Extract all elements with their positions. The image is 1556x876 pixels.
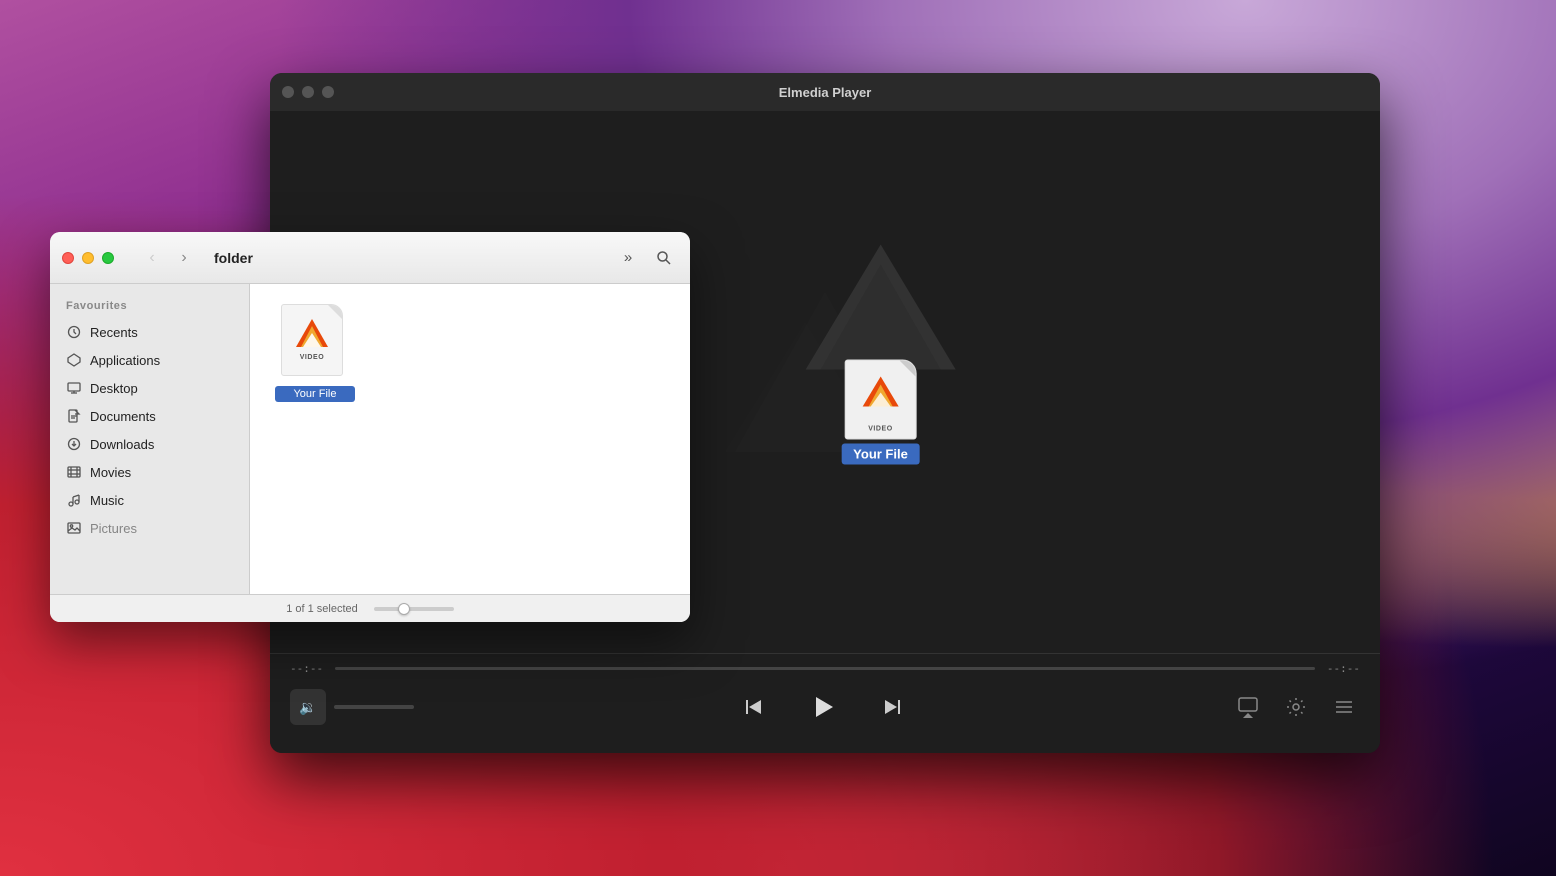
sidebar-label-downloads: Downloads <box>90 437 154 452</box>
file-icon: VIDEO <box>281 304 349 382</box>
airplay-button[interactable] <box>1232 691 1264 723</box>
player-title: Elmedia Player <box>779 85 872 100</box>
next-button[interactable] <box>873 687 913 727</box>
drag-visual: VIDEO Your File <box>841 300 920 465</box>
settings-button[interactable] <box>1280 691 1312 723</box>
sidebar-item-music[interactable]: Music <box>50 486 249 514</box>
file-fold <box>328 305 342 319</box>
sidebar-item-pictures[interactable]: Pictures <box>50 514 249 542</box>
movies-icon <box>66 464 82 480</box>
finder-toolbar-right: » <box>614 244 678 272</box>
sidebar-item-applications[interactable]: Applications <box>50 346 249 374</box>
sidebar-item-desktop[interactable]: Desktop <box>50 374 249 402</box>
file-paper: VIDEO <box>281 304 343 376</box>
sidebar-item-recents[interactable]: Recents <box>50 318 249 346</box>
file-name-badge: Your File <box>275 386 355 402</box>
finder-back-button[interactable]: ‹ <box>138 244 166 272</box>
progress-track[interactable] <box>335 667 1315 670</box>
sidebar-label-music: Music <box>90 493 124 508</box>
current-time: --:-- <box>290 662 323 675</box>
finder-titlebar: ‹ › folder » <box>50 232 690 284</box>
sidebar-label-documents: Documents <box>90 409 156 424</box>
finder-statusbar: 1 of 1 selected <box>50 594 690 622</box>
volume-button[interactable]: 🔉 <box>290 689 326 725</box>
view-options-button[interactable]: » <box>614 244 642 272</box>
player-traffic-lights <box>282 86 334 98</box>
finder-maximize-button[interactable] <box>102 252 114 264</box>
sidebar-item-movies[interactable]: Movies <box>50 458 249 486</box>
player-controls: --:-- --:-- 🔉 <box>270 653 1380 753</box>
finder-window: ‹ › folder » Favourites <box>50 232 690 622</box>
documents-icon <box>66 408 82 424</box>
finder-main: VIDEO Your File <box>250 284 690 594</box>
sidebar-label-applications: Applications <box>90 353 160 368</box>
finder-forward-button[interactable]: › <box>170 244 198 272</box>
desktop-icon <box>66 380 82 396</box>
main-controls <box>434 687 1212 727</box>
player-file-name: Your File <box>841 444 920 465</box>
status-text: 1 of 1 selected <box>286 603 358 615</box>
prev-button[interactable] <box>733 687 773 727</box>
finder-sidebar: Favourites Recents Applications <box>50 284 250 594</box>
controls-row: 🔉 <box>290 687 1360 727</box>
finder-close-button[interactable] <box>62 252 74 264</box>
file-item[interactable]: VIDEO Your File <box>270 304 360 402</box>
recents-icon <box>66 324 82 340</box>
player-titlebar: Elmedia Player <box>270 73 1380 111</box>
file-logo <box>294 317 330 354</box>
playlist-button[interactable] <box>1328 691 1360 723</box>
applications-icon <box>66 352 82 368</box>
sidebar-item-downloads[interactable]: Downloads <box>50 430 249 458</box>
volume-icon: 🔉 <box>299 699 316 716</box>
sidebar-item-documents[interactable]: Documents <box>50 402 249 430</box>
volume-slider[interactable] <box>334 705 414 709</box>
sidebar-section-favourites: Favourites <box>50 296 249 318</box>
player-maximize-button[interactable] <box>322 86 334 98</box>
file-type-label: VIDEO <box>300 354 325 361</box>
sidebar-label-recents: Recents <box>90 325 138 340</box>
finder-path-title: folder <box>214 250 253 266</box>
sidebar-label-pictures: Pictures <box>90 521 137 536</box>
finder-body: Favourites Recents Applications <box>50 284 690 594</box>
finder-traffic-lights <box>62 252 114 264</box>
finder-search-button[interactable] <box>650 244 678 272</box>
play-button[interactable] <box>803 687 843 727</box>
sidebar-label-movies: Movies <box>90 465 131 480</box>
progress-row: --:-- --:-- <box>290 662 1360 675</box>
player-close-button[interactable] <box>282 86 294 98</box>
pictures-icon <box>66 520 82 536</box>
player-minimize-button[interactable] <box>302 86 314 98</box>
zoom-thumb <box>398 603 410 615</box>
sidebar-label-desktop: Desktop <box>90 381 138 396</box>
right-controls <box>1232 691 1360 723</box>
zoom-slider[interactable] <box>374 607 454 611</box>
volume-section: 🔉 <box>290 689 414 725</box>
total-time: --:-- <box>1327 662 1360 675</box>
file-grid: VIDEO Your File <box>270 304 670 402</box>
finder-nav: ‹ › <box>138 244 198 272</box>
finder-minimize-button[interactable] <box>82 252 94 264</box>
downloads-icon <box>66 436 82 452</box>
music-icon <box>66 492 82 508</box>
